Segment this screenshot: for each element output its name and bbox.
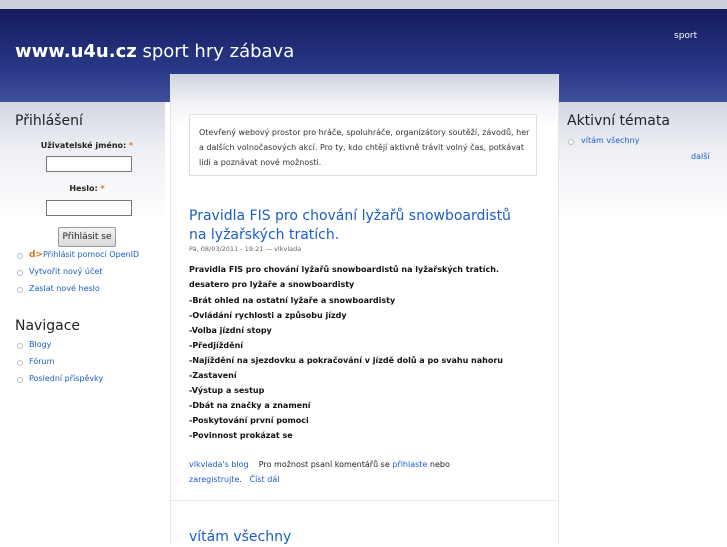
bullet-icon bbox=[17, 287, 23, 293]
post2-title[interactable]: vítám všechny bbox=[189, 528, 529, 547]
post-body-line: -Předjíždění bbox=[189, 341, 244, 350]
period-text: . bbox=[239, 475, 242, 484]
active-topics-more-link[interactable]: další bbox=[691, 152, 710, 161]
right-sidebar bbox=[557, 102, 727, 545]
blog-link[interactable]: vlkvlada's blog bbox=[189, 460, 249, 469]
post-body-line: -Povinnost prokázat se bbox=[189, 431, 293, 440]
post-body-line: -Ovládání rychlosti a způsobu jízdy bbox=[189, 311, 347, 320]
comment-login-link[interactable]: přihlaste bbox=[392, 460, 427, 469]
post-meta: Pá, 08/03/2011 - 19:21 — vlkvlada bbox=[189, 245, 302, 253]
bullet-icon bbox=[17, 253, 23, 259]
site-slogan: sport hry zábava bbox=[136, 41, 295, 62]
active-topic-item[interactable]: vítám všechny bbox=[581, 136, 639, 145]
post-separator bbox=[171, 500, 557, 501]
post-body-line: -Poskytování první pomoci bbox=[189, 416, 309, 425]
read-more-link[interactable]: Číst dál bbox=[250, 475, 280, 484]
bullet-icon bbox=[17, 270, 23, 276]
post-title[interactable]: Pravidla FIS pro chování lyžařů snowboar… bbox=[189, 207, 529, 245]
site-title[interactable]: www.u4u.cz sport hry zábava bbox=[15, 41, 294, 62]
or-text: nebo bbox=[427, 460, 450, 469]
openid-login-link[interactable]: Přihlásit pomocí OpenID bbox=[43, 250, 139, 259]
site-name[interactable]: www.u4u.cz bbox=[15, 41, 137, 62]
register-link[interactable]: zaregistrujte bbox=[189, 475, 239, 484]
password-label: Heslo: * bbox=[69, 184, 105, 193]
post-links-row-2: zaregistrujte. Číst dál bbox=[189, 475, 279, 484]
post-body-line: -Zastavení bbox=[189, 371, 237, 380]
active-topics-title: Aktivní témata bbox=[567, 113, 670, 129]
post-body-line: -Volba jízdní stopy bbox=[189, 326, 272, 335]
intro-text: Otevřený webový prostor pro hráče, spolu… bbox=[199, 128, 530, 167]
nav-item-recent-posts[interactable]: Poslední příspěvky bbox=[29, 374, 103, 383]
top-strip bbox=[0, 0, 727, 9]
post-body-line: desatero pro lyžaře a snowboardisty bbox=[189, 280, 355, 289]
nav-item-forum[interactable]: Fórum bbox=[29, 357, 54, 366]
intro-box: Otevřený webový prostor pro hráče, spolu… bbox=[189, 114, 537, 176]
primary-link-sport[interactable]: sport bbox=[674, 31, 697, 41]
post-body-line: Pravidla FIS pro chování lyžařů snowboar… bbox=[189, 265, 499, 274]
post-body-line: -Brát ohled na ostatní lyžaře a snowboar… bbox=[189, 296, 396, 305]
post-body-line: -Dbát na značky a znamení bbox=[189, 401, 311, 410]
nav-item-blogy[interactable]: Blogy bbox=[29, 340, 51, 349]
username-label: Uživatelské jméno: * bbox=[40, 141, 134, 150]
bullet-icon bbox=[17, 360, 23, 366]
login-button[interactable]: Přihlásit se bbox=[58, 227, 116, 247]
navigation-title: Navigace bbox=[15, 318, 81, 334]
post-body-line: -Výstup a sestup bbox=[189, 386, 265, 395]
comment-text: Pro možnost psaní komentářů se bbox=[258, 460, 393, 469]
bullet-icon bbox=[17, 343, 23, 349]
post-body-line: -Najíždění na sjezdovku a pokračování v … bbox=[189, 356, 503, 365]
openid-icon: d> bbox=[29, 250, 43, 260]
bullet-icon bbox=[17, 377, 23, 383]
new-password-link[interactable]: Zaslat nové heslo bbox=[29, 284, 100, 293]
username-input[interactable] bbox=[46, 156, 132, 172]
create-account-link[interactable]: Vytvořit nový účet bbox=[29, 267, 102, 276]
bullet-icon bbox=[568, 139, 574, 145]
password-input[interactable] bbox=[46, 200, 132, 216]
login-block-title: Přihlášení bbox=[15, 113, 83, 129]
post-links-row: vlkvlada's blog Pro možnost psaní koment… bbox=[189, 460, 450, 469]
